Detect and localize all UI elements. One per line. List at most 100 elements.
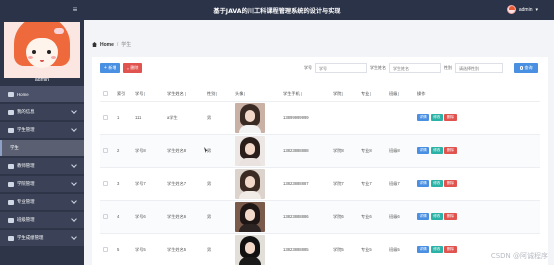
app-title: 基于JAVA的川工科课程管理系统的设计与实现	[213, 8, 341, 15]
search-gender: 性别	[444, 63, 503, 73]
trash-icon: ▪	[127, 65, 129, 71]
user-menu[interactable]: admin ▾	[506, 5, 538, 14]
cell-cls: 班级8	[386, 134, 414, 168]
table-row: 1 111 a学生男 13899999999 详情 修改 删除	[100, 101, 540, 135]
sidebar-item-label: 学生成绩管理	[17, 235, 44, 240]
row-checkbox[interactable]	[103, 213, 108, 219]
chevron-down-icon	[71, 216, 77, 222]
sidebar-item-8[interactable]: 学生成绩管理	[0, 230, 84, 246]
cell-index: 5	[114, 233, 132, 265]
edit-button[interactable]: 修改	[430, 246, 443, 253]
sort-icon[interactable]	[370, 91, 372, 96]
detail-button[interactable]: 详情	[417, 114, 430, 121]
cell-cls: 班级7	[386, 167, 414, 201]
student-photo[interactable]	[235, 135, 265, 166]
cell-college: 学院8	[330, 134, 358, 168]
cell-major: 专业7	[358, 167, 386, 201]
detail-button[interactable]: 详情	[417, 147, 430, 154]
student-photo[interactable]	[235, 102, 265, 133]
search-id: 学号	[304, 63, 367, 73]
edit-button[interactable]: 修改	[430, 213, 443, 220]
column-header-7: 学院	[330, 87, 358, 102]
cell-cls	[386, 101, 414, 135]
cell-gender: 男	[204, 200, 232, 234]
sort-icon[interactable]	[244, 91, 246, 96]
class-icon	[8, 217, 14, 223]
cell-name: 学生姓名8	[164, 134, 204, 168]
detail-button[interactable]: 详情	[417, 180, 430, 187]
cell-major: 专业8	[358, 134, 386, 168]
sidebar-item-4[interactable]: 教师管理	[0, 158, 84, 174]
add-button[interactable]: + 新增	[100, 63, 121, 73]
row-checkbox[interactable]	[103, 180, 108, 186]
detail-button[interactable]: 详情	[417, 213, 430, 220]
search-id-input[interactable]	[315, 63, 367, 73]
cell-gender: 男	[204, 233, 232, 265]
column-header-0[interactable]	[100, 87, 114, 102]
profile-avatar	[4, 22, 80, 78]
student-photo[interactable]	[235, 168, 265, 199]
cell-phone: 13823888886	[280, 200, 330, 234]
cell-id: 学号6	[132, 200, 164, 234]
table-row: 3 学号7 学生姓名7 男 13823888887 学院7 专业7 班级7 详情 修改 删除	[100, 167, 540, 201]
cell-phone: 13823888888	[280, 134, 330, 168]
delete-row-button[interactable]: 删除	[444, 114, 457, 121]
chevron-down-icon	[71, 180, 77, 186]
column-header-2: 学号	[132, 87, 164, 102]
edit-button[interactable]: 修改	[430, 147, 443, 154]
cell-college: 学院6	[330, 200, 358, 234]
edit-button[interactable]: 修改	[430, 114, 443, 121]
top-bar: ≡ 基于JAVA的川工科课程管理系统的设计与实现 admin ▾	[0, 0, 554, 20]
table-body: 1 111 a学生男 13899999999 详情 修改 删除 2 学号8 学生姓名8 男 13823…	[100, 101, 540, 265]
detail-button[interactable]: 详情	[417, 246, 430, 253]
sort-icon[interactable]	[216, 91, 218, 96]
student-table: 索引 学号 学生姓名 性别 头像 学生手机 学院 专业 班级 操作 1 111 a学生男 1389999…	[100, 87, 540, 265]
major-icon	[8, 199, 14, 205]
chevron-down-icon	[71, 198, 77, 204]
delete-button[interactable]: ▪ 删除	[123, 63, 143, 73]
sidebar-item-3[interactable]: 学生	[0, 140, 84, 156]
table-header: 索引 学号 学生姓名 性别 头像 学生手机 学院 专业 班级 操作	[100, 87, 540, 102]
breadcrumb-home[interactable]: Home	[100, 42, 114, 48]
search-id-label: 学号	[304, 65, 312, 70]
search-name-input[interactable]	[389, 63, 441, 73]
sidebar-item-2[interactable]: 学生管理	[0, 122, 84, 138]
sort-icon[interactable]	[398, 91, 400, 96]
sidebar-item-6[interactable]: 专业管理	[0, 194, 84, 210]
delete-row-button[interactable]: 删除	[444, 147, 457, 154]
delete-row-button[interactable]: 删除	[444, 213, 457, 220]
sidebar-item-5[interactable]: 学院管理	[0, 176, 84, 192]
sidebar-item-0[interactable]: Home	[0, 86, 84, 102]
row-checkbox[interactable]	[103, 114, 108, 120]
sort-icon[interactable]	[300, 91, 303, 96]
search-button[interactable]: 查询	[514, 63, 538, 73]
student-photo[interactable]	[235, 234, 265, 265]
cell-phone: 13823888887	[280, 167, 330, 201]
watermark: CSDN @阿诚程序	[490, 252, 548, 260]
sort-icon[interactable]	[184, 91, 187, 96]
column-header-3: 学生姓名	[164, 87, 204, 102]
cell-id: 学号5	[132, 233, 164, 265]
chevron-down-icon	[71, 162, 77, 168]
sort-icon[interactable]	[342, 91, 344, 96]
student-photo[interactable]	[235, 201, 265, 232]
cell-id: 111	[132, 101, 164, 135]
edit-button[interactable]: 修改	[430, 180, 443, 187]
column-header-9: 班级	[386, 87, 414, 102]
cell-gender: 男	[204, 101, 232, 135]
search-icon	[519, 66, 523, 70]
delete-row-button[interactable]: 删除	[444, 246, 457, 253]
sort-icon[interactable]	[144, 91, 146, 96]
profile-card: admin	[0, 20, 84, 86]
gender-select[interactable]	[455, 63, 503, 73]
user-icon	[8, 109, 14, 115]
select-all-checkbox[interactable]	[103, 90, 108, 96]
sidebar-item-1[interactable]: 我的信息	[0, 104, 84, 120]
sidebar-item-7[interactable]: 班级管理	[0, 212, 84, 228]
row-checkbox[interactable]	[103, 246, 108, 252]
home-icon	[8, 91, 14, 97]
delete-row-button[interactable]: 删除	[444, 180, 457, 187]
sidebar-menu: Home 我的信息学生管理学生教师管理学院管理专业管理班级管理学生成绩管理	[0, 86, 84, 246]
row-checkbox[interactable]	[103, 147, 108, 153]
profile-username: admin	[34, 77, 50, 83]
